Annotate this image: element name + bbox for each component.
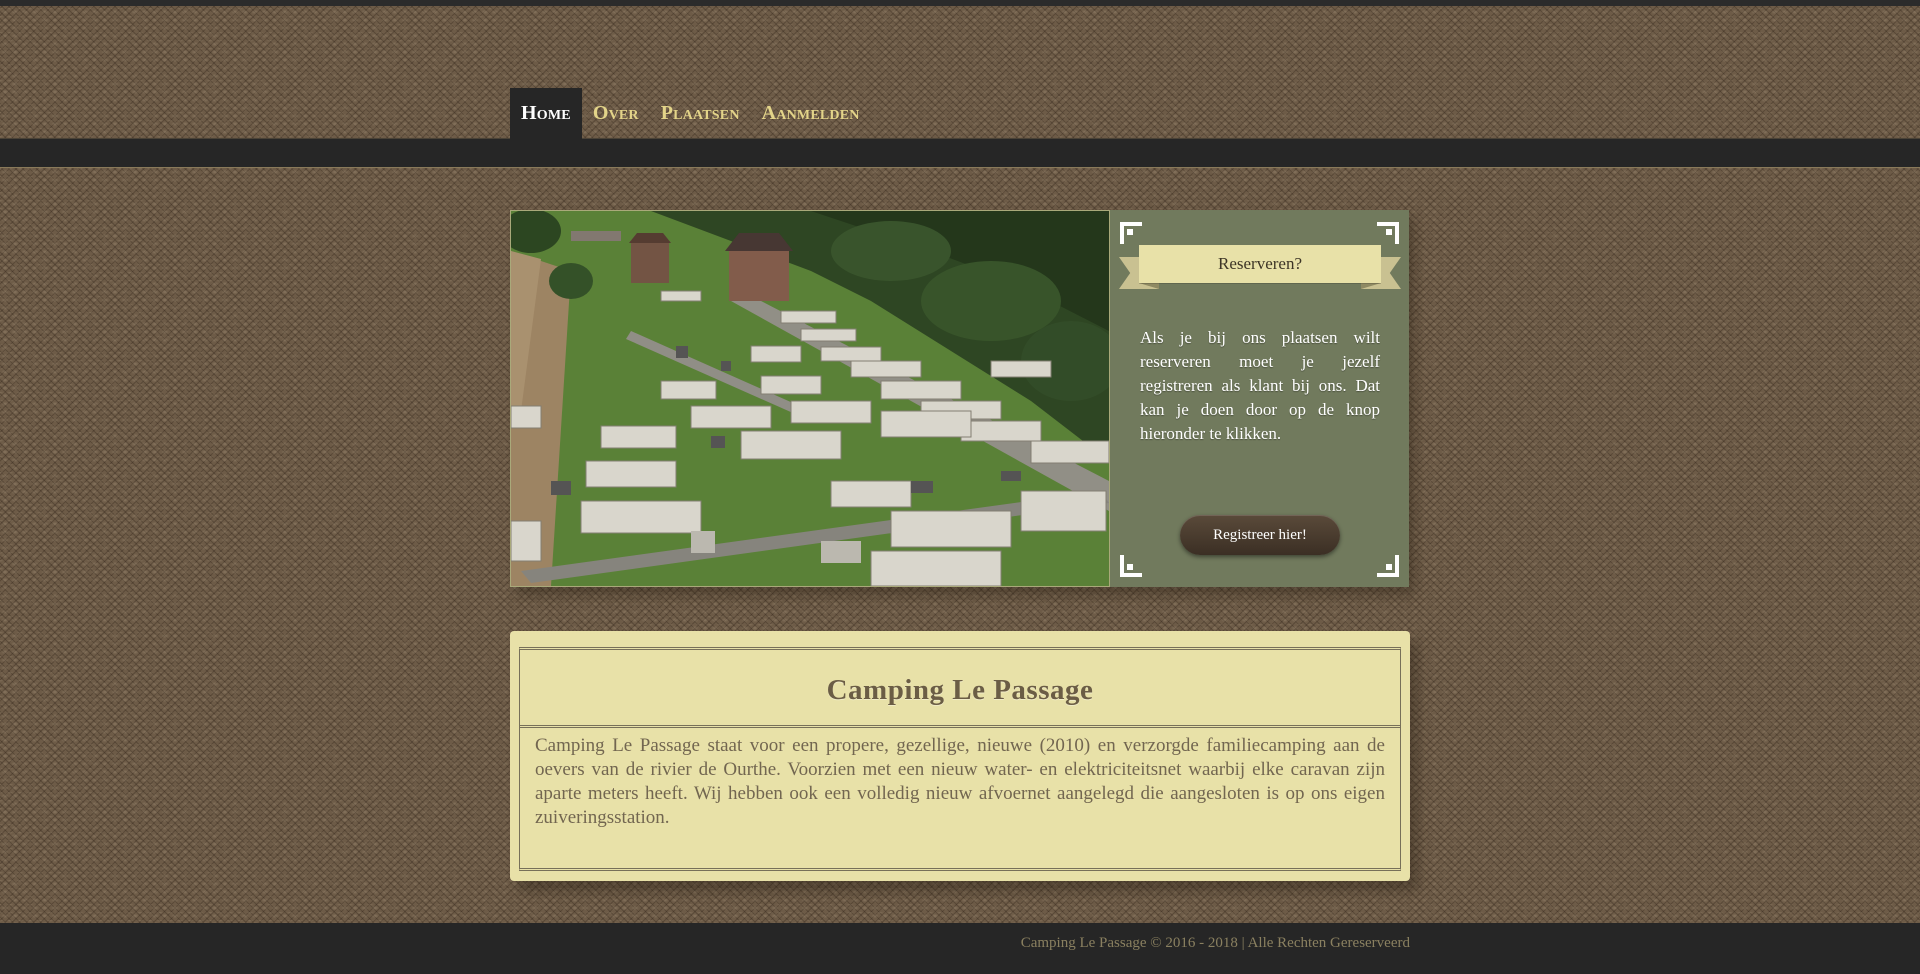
reservation-title: Reserveren? bbox=[1139, 245, 1381, 283]
about-text: Camping Le Passage staat voor een proper… bbox=[535, 735, 1385, 828]
nav-bar bbox=[0, 138, 1920, 168]
about-box: Camping Le Passage Camping Le Passage st… bbox=[510, 631, 1410, 881]
footer-copyright: Camping Le Passage © 2016 - 2018 | Alle … bbox=[1020, 935, 1410, 951]
corner-ornament-bottom-right bbox=[1377, 555, 1399, 577]
corner-ornament-top-right bbox=[1377, 222, 1399, 244]
nav-item-aanmelden[interactable]: Aanmelden bbox=[751, 88, 871, 139]
campsite-photo bbox=[510, 210, 1110, 587]
ribbon-banner: Reserveren? bbox=[1119, 245, 1401, 297]
main-nav: Home Over Plaatsen Aanmelden bbox=[510, 88, 871, 139]
about-frame: Camping Le Passage Camping Le Passage st… bbox=[519, 647, 1401, 871]
campsite-aerial-image bbox=[511, 211, 1109, 586]
footer: Camping Le Passage © 2016 - 2018 | Alle … bbox=[0, 923, 1920, 974]
register-button[interactable]: Registreer hier! bbox=[1180, 515, 1340, 555]
reservation-description: Als je bij ons plaatsen wilt reserveren … bbox=[1140, 328, 1380, 443]
corner-ornament-top-left bbox=[1120, 222, 1142, 244]
reservation-panel: Reserveren? Als je bij ons plaatsen wilt… bbox=[1110, 210, 1409, 587]
nav-item-home[interactable]: Home bbox=[510, 88, 582, 139]
nav-item-plaatsen[interactable]: Plaatsen bbox=[650, 88, 751, 139]
hero-section: Reserveren? Als je bij ons plaatsen wilt… bbox=[510, 210, 1415, 595]
about-section: Camping Le Passage Camping Le Passage st… bbox=[510, 631, 1418, 891]
nav-item-over[interactable]: Over bbox=[582, 88, 650, 139]
top-strip bbox=[0, 0, 1920, 6]
about-title: Camping Le Passage bbox=[520, 650, 1400, 728]
corner-ornament-bottom-left bbox=[1120, 555, 1142, 577]
